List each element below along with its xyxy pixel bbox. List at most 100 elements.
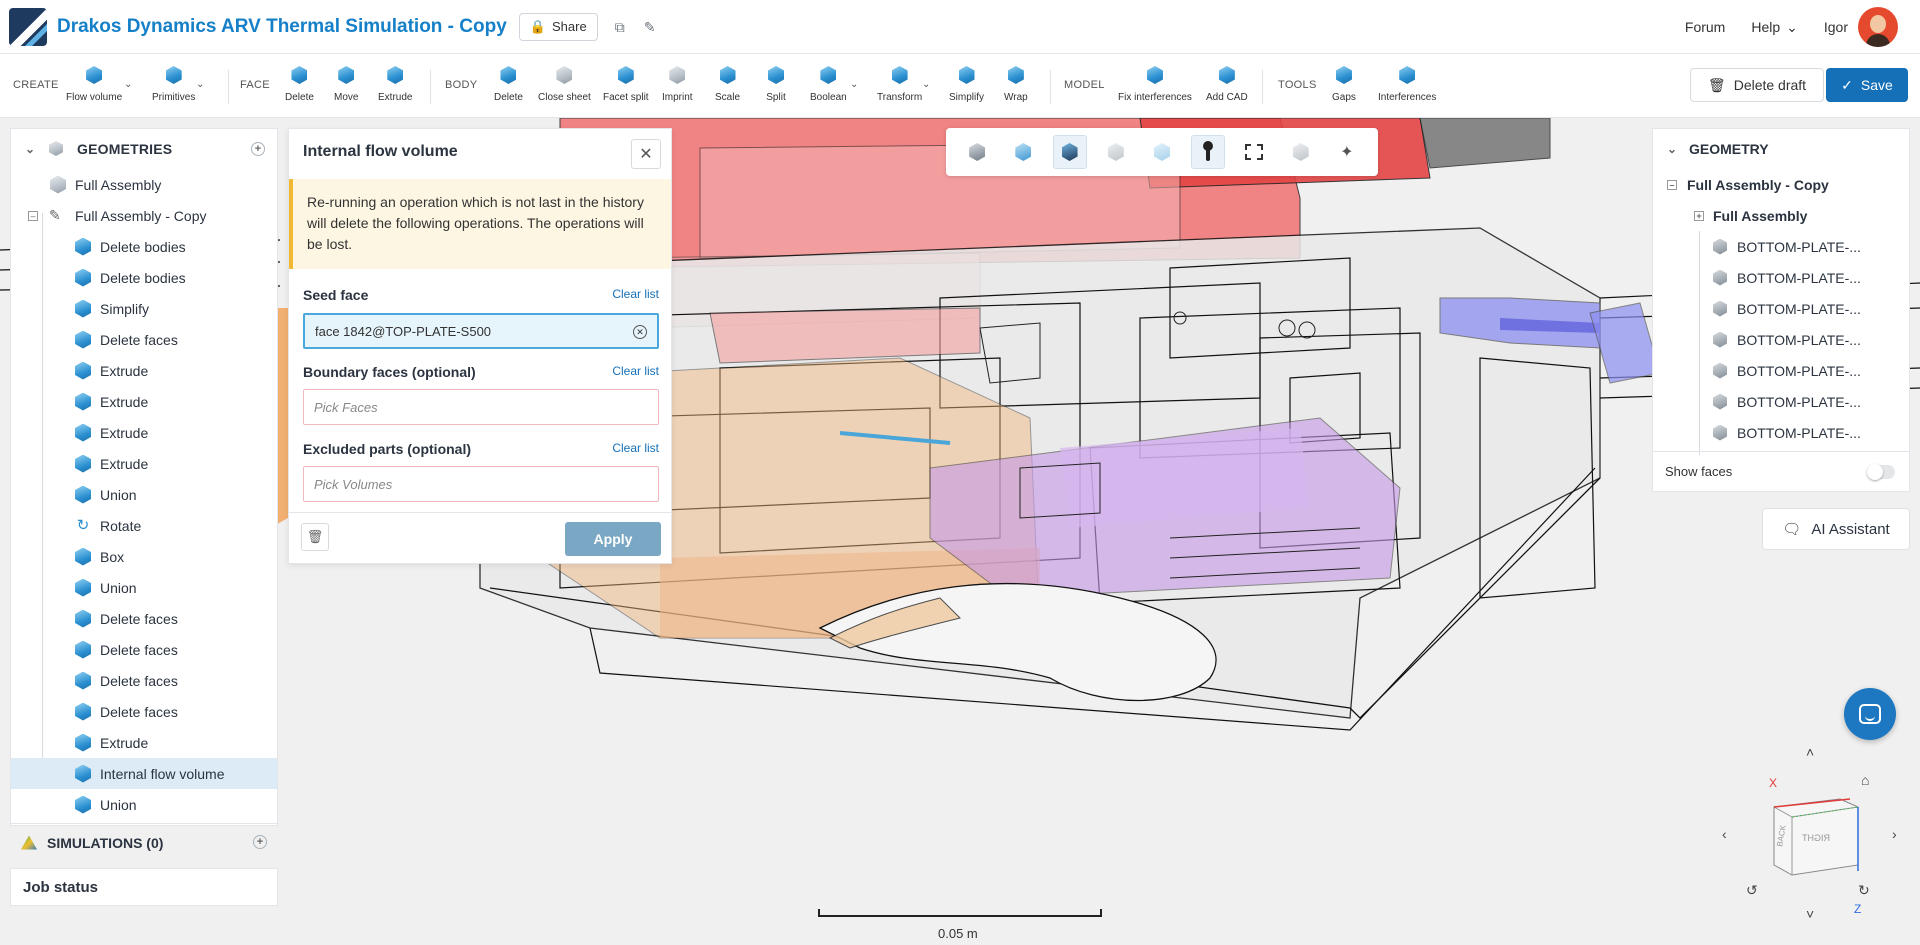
- operation-item[interactable]: Extrude: [11, 448, 277, 479]
- operation-item[interactable]: Union: [11, 479, 277, 510]
- solid-view-button[interactable]: [960, 135, 994, 169]
- fix-interferences-button[interactable]: Fix interferences: [1118, 64, 1192, 112]
- add-geometry-icon[interactable]: +: [251, 142, 265, 156]
- chevron-down-icon[interactable]: ⌄: [196, 79, 204, 90]
- apply-button[interactable]: Apply: [565, 522, 661, 556]
- collapse-icon[interactable]: –: [28, 210, 38, 221]
- flow-volume-button[interactable]: Flow volume: [66, 64, 122, 112]
- measure-button[interactable]: ✦: [1330, 135, 1364, 169]
- ai-assistant-button[interactable]: 🗨 AI Assistant: [1762, 508, 1910, 550]
- operation-item[interactable]: Delete faces: [11, 324, 277, 355]
- operation-item[interactable]: Simplify: [11, 293, 277, 324]
- collapse-icon[interactable]: –: [1667, 179, 1677, 190]
- part-item[interactable]: BOTTOM-PLATE-...: [1653, 293, 1909, 324]
- tree-item-full-assembly[interactable]: + Full Assembly: [1653, 200, 1909, 231]
- share-button[interactable]: 🔒 Share: [518, 12, 598, 41]
- geometries-header[interactable]: ⌄ GEOMETRIES +: [11, 129, 277, 169]
- wireframe-shaded-view-button[interactable]: [1052, 135, 1087, 169]
- body-delete-button[interactable]: Delete: [494, 64, 523, 112]
- section-view-button[interactable]: [1284, 135, 1318, 169]
- tree-item-full-assembly-copy[interactable]: – ✎ Full Assembly - Copy: [11, 200, 277, 231]
- chevron-down-icon[interactable]: ⌄: [25, 142, 43, 156]
- imprint-button[interactable]: Imprint: [662, 64, 693, 112]
- gaps-button[interactable]: Gaps: [1332, 64, 1356, 112]
- part-item[interactable]: BOTTOM-PLATE-...: [1653, 417, 1909, 448]
- part-item[interactable]: BOTTOM-PLATE-...: [1653, 355, 1909, 386]
- scale-button[interactable]: Scale: [715, 64, 740, 112]
- support-chat-button[interactable]: [1844, 688, 1896, 740]
- shaded-view-button[interactable]: [1006, 135, 1040, 169]
- close-sheet-button[interactable]: Close sheet: [538, 64, 591, 112]
- operation-item[interactable]: Box: [11, 541, 277, 572]
- chevron-down-icon[interactable]: ⌄: [1667, 142, 1689, 156]
- expand-icon[interactable]: +: [1694, 210, 1704, 221]
- tree-item-full-assembly-copy[interactable]: – Full Assembly - Copy: [1653, 169, 1909, 200]
- rotate-left-arrow-icon[interactable]: ‹: [1722, 826, 1727, 842]
- chevron-down-icon[interactable]: ⌄: [922, 79, 930, 90]
- wrap-button[interactable]: Wrap: [1004, 64, 1028, 112]
- face-extrude-button[interactable]: Extrude: [378, 64, 412, 112]
- boundary-faces-clear-link[interactable]: Clear list: [612, 364, 659, 378]
- rotate-cw-icon[interactable]: ↻: [1858, 882, 1870, 899]
- split-button[interactable]: Split: [765, 64, 787, 112]
- operation-item[interactable]: Extrude: [11, 417, 277, 448]
- navigation-cube[interactable]: BACK RIGHT: [1762, 795, 1862, 877]
- excluded-parts-field[interactable]: Pick Volumes: [303, 466, 659, 502]
- edit-pencil-icon[interactable]: ✎: [642, 19, 658, 35]
- geometry-header[interactable]: ⌄ GEOMETRY: [1653, 129, 1909, 169]
- rotate-right-arrow-icon[interactable]: ›: [1892, 826, 1897, 842]
- seed-face-field[interactable]: face 1842@TOP-PLATE-S500 ✕: [303, 313, 659, 349]
- points-view-button[interactable]: [1099, 135, 1133, 169]
- facet-split-button[interactable]: Facet split: [603, 64, 649, 112]
- home-view-icon[interactable]: ⌂: [1861, 772, 1869, 788]
- chevron-down-icon[interactable]: ⌄: [850, 79, 858, 90]
- transparent-view-button[interactable]: [1145, 135, 1179, 169]
- add-cad-button[interactable]: Add CAD: [1206, 64, 1248, 112]
- excluded-parts-clear-link[interactable]: Clear list: [612, 441, 659, 455]
- add-simulation-icon[interactable]: +: [253, 835, 267, 849]
- close-button[interactable]: ✕: [631, 139, 661, 169]
- help-menu[interactable]: Help ⌄: [1751, 19, 1798, 36]
- operation-item[interactable]: Delete faces: [11, 696, 277, 727]
- job-status-panel[interactable]: Job status: [10, 868, 278, 906]
- operation-item[interactable]: Extrude: [11, 727, 277, 758]
- simulations-header[interactable]: SIMULATIONS (0) +: [11, 823, 279, 861]
- rotate-up-arrow-icon[interactable]: ˄: [1806, 744, 1814, 760]
- remove-selection-icon[interactable]: ✕: [633, 325, 647, 339]
- face-move-button[interactable]: Move: [334, 64, 358, 112]
- operation-item[interactable]: Union: [11, 789, 277, 820]
- app-logo[interactable]: [9, 7, 47, 46]
- user-name[interactable]: Igor: [1824, 19, 1848, 35]
- box-select-button[interactable]: [1237, 135, 1271, 169]
- operation-item[interactable]: ↻ Rotate: [11, 510, 277, 541]
- seed-face-clear-link[interactable]: Clear list: [612, 287, 659, 301]
- operation-item[interactable]: Delete faces: [11, 603, 277, 634]
- delete-draft-button[interactable]: 🗑 Delete draft: [1690, 68, 1824, 102]
- part-item[interactable]: BOTTOM-PLATE-...: [1653, 386, 1909, 417]
- part-item[interactable]: BOTTOM-PLATE-...: [1653, 231, 1909, 262]
- operation-item[interactable]: Extrude: [11, 386, 277, 417]
- operation-item[interactable]: Internal flow volume: [11, 758, 277, 789]
- tree-item-full-assembly[interactable]: Full Assembly: [11, 169, 277, 200]
- project-title[interactable]: Drakos Dynamics ARV Thermal Simulation -…: [57, 16, 507, 38]
- operation-item[interactable]: Delete bodies: [11, 231, 277, 262]
- chevron-down-icon[interactable]: ⌄: [124, 79, 132, 90]
- point-select-button[interactable]: [1191, 135, 1226, 169]
- delete-operation-button[interactable]: 🗑: [301, 523, 329, 551]
- primitives-button[interactable]: Primitives: [152, 64, 195, 112]
- boundary-faces-field[interactable]: Pick Faces: [303, 389, 659, 425]
- boolean-button[interactable]: Boolean: [810, 64, 847, 112]
- face-delete-button[interactable]: Delete: [285, 64, 314, 112]
- transform-button[interactable]: Transform: [877, 64, 922, 112]
- part-item[interactable]: BOTTOM-PLATE-...: [1653, 262, 1909, 293]
- rotate-down-arrow-icon[interactable]: ˅: [1806, 906, 1814, 922]
- show-faces-toggle[interactable]: [1867, 464, 1895, 480]
- interferences-button[interactable]: Interferences: [1378, 64, 1436, 112]
- simplify-button[interactable]: Simplify: [949, 64, 984, 112]
- user-avatar[interactable]: [1858, 7, 1898, 47]
- operation-item[interactable]: Delete bodies: [11, 262, 277, 293]
- part-item[interactable]: BOTTOM-PLATE-...: [1653, 324, 1909, 355]
- forum-link[interactable]: Forum: [1685, 19, 1725, 35]
- operation-item[interactable]: Delete faces: [11, 634, 277, 665]
- save-button[interactable]: ✓ Save: [1826, 68, 1908, 102]
